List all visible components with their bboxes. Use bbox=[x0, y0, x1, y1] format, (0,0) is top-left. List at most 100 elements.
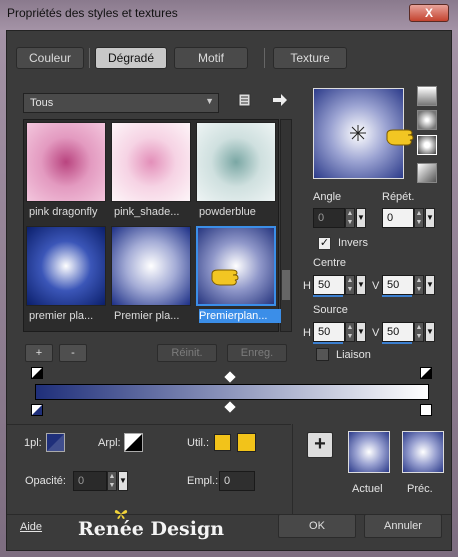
placement-label: Empl.: bbox=[187, 475, 219, 487]
center-v-slider[interactable] bbox=[382, 295, 412, 297]
pointing-hand-icon bbox=[385, 122, 417, 148]
tab-pattern[interactable]: Motif bbox=[174, 47, 248, 69]
add-swatch-button[interactable]: + bbox=[307, 432, 333, 458]
source-h-slider[interactable] bbox=[313, 342, 343, 344]
use-color-swatch-2[interactable] bbox=[237, 433, 256, 452]
window-title: Propriétés des styles et textures bbox=[7, 6, 178, 20]
sunburst-style-button[interactable] bbox=[417, 163, 437, 183]
tab-separator bbox=[264, 48, 265, 68]
repeat-input[interactable]: 0 bbox=[382, 208, 414, 228]
center-h-spinner[interactable]: ▲ ▼ bbox=[345, 275, 355, 295]
gradient-thumbnail-label: premier pla... bbox=[29, 310, 94, 322]
source-v-dropdown[interactable]: ▼ bbox=[425, 322, 435, 342]
link-checkbox[interactable] bbox=[316, 348, 329, 361]
remove-gradient-button[interactable]: - bbox=[59, 344, 87, 362]
gradient-thumbnail-label: pink_shade... bbox=[114, 206, 180, 218]
source-h-spinner[interactable]: ▲ ▼ bbox=[345, 322, 355, 342]
arrow-plane-label: Arpl: bbox=[98, 437, 121, 449]
source-v-spinner[interactable]: ▲ ▼ bbox=[414, 322, 424, 342]
source-v-input[interactable]: 50 bbox=[382, 322, 414, 342]
tab-color[interactable]: Couleur bbox=[16, 47, 84, 69]
repeat-dropdown[interactable]: ▼ bbox=[425, 208, 435, 228]
invert-label: Invers bbox=[338, 237, 368, 249]
help-link[interactable]: Aide bbox=[20, 521, 42, 533]
center-label: Centre bbox=[313, 257, 347, 269]
arrow-right-icon[interactable] bbox=[272, 93, 288, 107]
center-crosshair-icon bbox=[350, 125, 366, 141]
angle-dropdown[interactable]: ▼ bbox=[356, 208, 366, 228]
gradient-thumbnail-label: Premierplan... bbox=[199, 309, 281, 323]
center-v-spinner[interactable]: ▲ ▼ bbox=[414, 275, 424, 295]
placement-input[interactable]: 0 bbox=[219, 471, 255, 491]
rectangular-style-button[interactable] bbox=[417, 110, 437, 130]
tab-separator bbox=[89, 48, 90, 68]
angle-input[interactable]: 0 bbox=[313, 208, 345, 228]
gradient-thumbnail-label: Premier pla... bbox=[114, 310, 180, 322]
source-h-label: H bbox=[303, 327, 311, 339]
top-right-stop-marker[interactable] bbox=[420, 367, 432, 379]
cancel-button[interactable]: Annuler bbox=[364, 514, 442, 538]
previous-swatch[interactable] bbox=[402, 431, 444, 473]
save-gradient-button[interactable]: Enreg. bbox=[227, 344, 287, 362]
gradient-thumbnail[interactable] bbox=[111, 122, 191, 202]
gradient-thumbnail-label: pink dragonfly bbox=[29, 206, 98, 218]
first-plane-label: 1pl: bbox=[24, 437, 42, 449]
divider bbox=[292, 424, 293, 514]
add-gradient-button[interactable]: + bbox=[25, 344, 53, 362]
use-label: Util.: bbox=[187, 437, 209, 449]
gradient-thumbnail[interactable] bbox=[26, 122, 106, 202]
watermark-text: Renée Design bbox=[78, 518, 225, 540]
gradient-thumbnail-label: powderblue bbox=[199, 206, 256, 218]
tab-gradient[interactable]: Dégradé bbox=[95, 47, 167, 69]
gradient-bar[interactable] bbox=[35, 384, 429, 400]
current-swatch[interactable] bbox=[348, 431, 390, 473]
center-v-input[interactable]: 50 bbox=[382, 275, 414, 295]
center-v-label: V bbox=[372, 280, 380, 292]
linear-style-button[interactable] bbox=[417, 86, 437, 106]
category-select-value: Tous bbox=[30, 97, 54, 109]
top-left-stop-marker[interactable] bbox=[31, 367, 43, 379]
source-h-dropdown[interactable]: ▼ bbox=[356, 322, 366, 342]
ok-button[interactable]: OK bbox=[278, 514, 356, 538]
arrow-plane-swatch[interactable] bbox=[124, 433, 143, 452]
angle-label: Angle bbox=[313, 191, 342, 203]
invert-checkbox[interactable]: ✓ bbox=[318, 237, 331, 250]
first-plane-swatch[interactable] bbox=[46, 433, 65, 452]
opacity-dropdown[interactable]: ▼ bbox=[118, 471, 128, 491]
source-label: Source bbox=[313, 304, 348, 316]
bottom-right-stop-marker[interactable] bbox=[420, 404, 432, 416]
link-label: Liaison bbox=[336, 349, 371, 361]
repeat-label: Répét. bbox=[382, 191, 415, 203]
scrollbar-thumb[interactable] bbox=[282, 270, 290, 300]
opacity-label: Opacité: bbox=[25, 475, 66, 487]
center-h-dropdown[interactable]: ▼ bbox=[356, 275, 366, 295]
bottom-left-stop-marker[interactable] bbox=[31, 404, 43, 416]
library-icon[interactable] bbox=[238, 93, 252, 107]
close-button[interactable]: X bbox=[409, 4, 449, 22]
center-h-label: H bbox=[303, 280, 311, 292]
source-h-input[interactable]: 50 bbox=[313, 322, 345, 342]
gradient-thumbnail[interactable] bbox=[111, 226, 191, 306]
source-v-label: V bbox=[372, 327, 380, 339]
center-v-dropdown[interactable]: ▼ bbox=[425, 275, 435, 295]
tab-texture[interactable]: Texture bbox=[273, 47, 347, 69]
radial-style-button[interactable] bbox=[417, 135, 437, 155]
previous-label: Préc. bbox=[407, 483, 433, 495]
category-select[interactable]: Tous ▼ bbox=[23, 93, 219, 113]
center-h-slider[interactable] bbox=[313, 295, 343, 297]
opacity-input[interactable]: 0 bbox=[73, 471, 107, 491]
current-label: Actuel bbox=[352, 483, 383, 495]
center-h-input[interactable]: 50 bbox=[313, 275, 345, 295]
reset-button[interactable]: Réinit. bbox=[157, 344, 217, 362]
gradient-thumbnail[interactable] bbox=[26, 226, 106, 306]
angle-spinner[interactable]: ▲ ▼ bbox=[345, 208, 355, 228]
chevron-down-icon: ▼ bbox=[205, 96, 214, 106]
opacity-spinner[interactable]: ▲ ▼ bbox=[107, 471, 117, 491]
gradient-list-scrollbar[interactable] bbox=[280, 119, 292, 332]
pointing-hand-icon bbox=[210, 262, 242, 291]
source-v-slider[interactable] bbox=[382, 342, 412, 344]
gradient-thumbnail[interactable] bbox=[196, 122, 276, 202]
divider bbox=[7, 424, 291, 425]
use-color-swatch-1[interactable] bbox=[214, 434, 231, 451]
repeat-spinner[interactable]: ▲ ▼ bbox=[414, 208, 424, 228]
